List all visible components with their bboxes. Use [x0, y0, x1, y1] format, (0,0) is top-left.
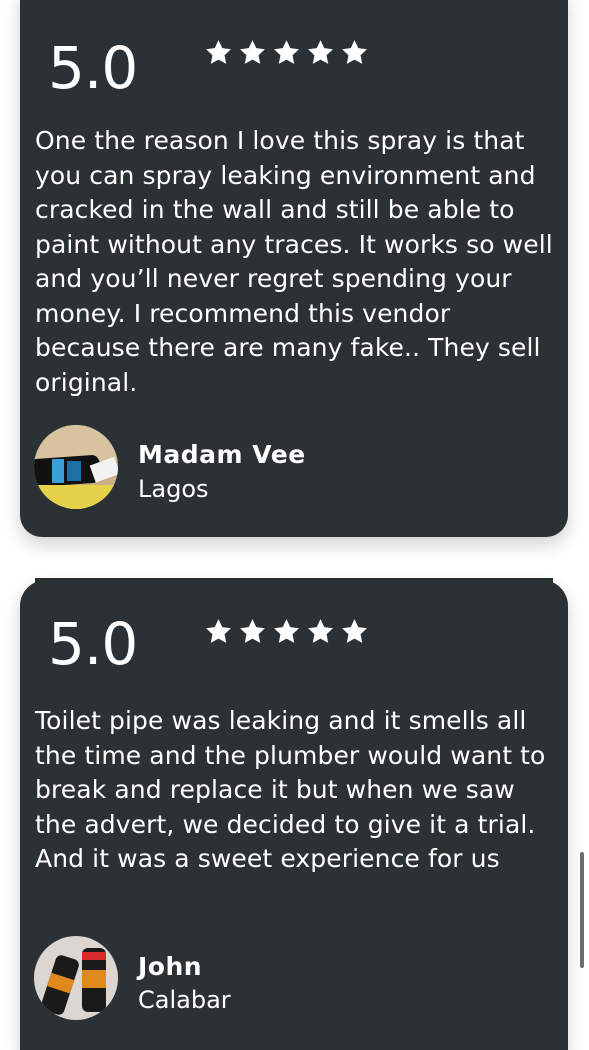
avatar-photo	[34, 936, 118, 1020]
star-icon	[308, 40, 333, 64]
avatar	[34, 936, 118, 1020]
reviewer-location: Lagos	[138, 475, 209, 503]
avatar-photo	[34, 425, 118, 509]
scrollbar[interactable]	[580, 852, 584, 968]
star-icon	[342, 619, 367, 643]
review-card: 5.0 One the reason I love this spray is …	[20, 0, 568, 537]
avatar	[34, 425, 118, 509]
reviewer-location: Calabar	[138, 986, 231, 1014]
review-card: 5.0 Toilet pipe was leaking and it smell…	[20, 580, 568, 1050]
star-icon	[308, 619, 333, 643]
rating-score: 5.0	[48, 610, 138, 678]
star-icon	[342, 40, 367, 64]
star-icon	[274, 40, 299, 64]
star-icon	[206, 619, 231, 643]
star-icon	[206, 40, 231, 64]
star-rating	[204, 617, 369, 646]
star-icon	[240, 619, 265, 643]
rating-score: 5.0	[48, 34, 138, 102]
star-icon	[240, 40, 265, 64]
star-rating	[204, 38, 369, 67]
star-icon	[274, 619, 299, 643]
review-text: One the reason I love this spray is that…	[35, 126, 553, 397]
reviewer-name: John	[138, 952, 203, 981]
reviewer-name: Madam Vee	[138, 440, 306, 469]
review-text: Toilet pipe was leaking and it smells al…	[35, 706, 546, 873]
